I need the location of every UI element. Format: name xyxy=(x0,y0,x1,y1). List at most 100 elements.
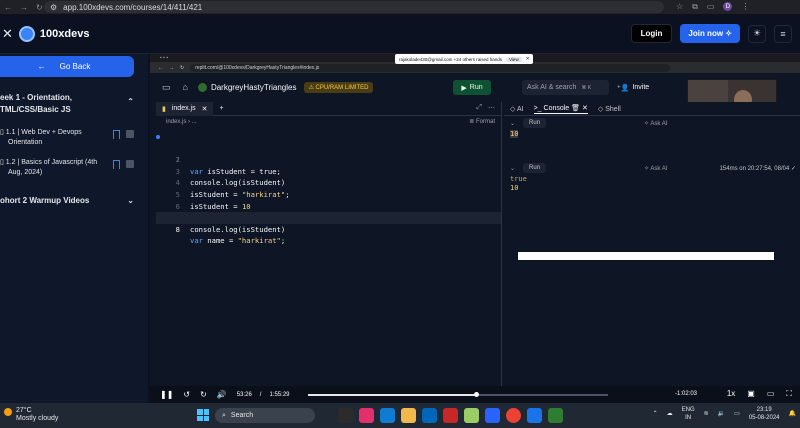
seek-bar[interactable] xyxy=(308,392,608,397)
volume-icon[interactable]: 🔊 xyxy=(217,390,227,399)
code-line: 4 isStudent = "harkirat"; xyxy=(156,166,501,199)
tab-console: >_ Console 🗑 ✕ xyxy=(533,104,588,114)
notes-icon[interactable] xyxy=(464,408,479,423)
video-player[interactable]: ▪ ▪ ▪ rajakolade430@gmail.com +24 others… xyxy=(150,54,800,403)
forward-icon[interactable]: ↻ xyxy=(200,390,207,399)
onedrive-icon[interactable]: ☁ xyxy=(667,410,673,418)
playback-speed[interactable]: 1x xyxy=(727,389,735,399)
output-line: 10 xyxy=(510,184,519,192)
shortcut-hint: ⌘ K xyxy=(581,84,592,91)
windows-start-icon[interactable] xyxy=(197,409,209,421)
wifi-icon[interactable]: ≋ xyxy=(704,410,709,418)
cohort-title: ohort 2 Warmup Videos xyxy=(0,196,90,205)
join-now-label: Join now xyxy=(688,29,724,38)
week-title-line1: eek 1 - Orientation, xyxy=(0,93,73,102)
week-1-section-header[interactable]: eek 1 - Orientation, TML/CSS/Basic JS ⌃ xyxy=(0,92,140,116)
hamburger-menu-button[interactable]: ≡ xyxy=(774,24,792,43)
reload-icon[interactable]: ↻ xyxy=(36,3,43,12)
browser-toolbar: ← → ↻ ⚙ app.100xdevs.com/courses/14/411/… xyxy=(0,0,800,14)
join-now-button[interactable]: Join now ✧ xyxy=(680,24,740,43)
repl-title: DarkgreyHastyTriangles xyxy=(197,82,296,92)
expand-icon: ⤢ xyxy=(476,104,482,111)
store-icon[interactable] xyxy=(422,408,437,423)
browser-actions: ☆ ⧉ ▭ D ⋮ xyxy=(676,2,749,12)
chevron-up-icon[interactable]: ⌃ xyxy=(653,410,658,418)
excel-icon[interactable] xyxy=(548,408,563,423)
pause-icon[interactable]: ❚❚ xyxy=(160,390,173,399)
clock[interactable]: 23:19 05-08-2024 xyxy=(749,406,780,422)
console-output-1: 10 xyxy=(504,130,800,139)
back-arrow-icon: ← xyxy=(158,64,163,71)
instagram-icon[interactable] xyxy=(359,408,374,423)
forward-arrow-icon[interactable]: → xyxy=(20,3,28,12)
battery-icon[interactable]: ▭ xyxy=(734,410,740,418)
video-right-controls: 1x ▣ ▭ ⛶ xyxy=(727,389,792,399)
theater-icon[interactable]: ▭ xyxy=(767,389,775,399)
lesson-title-line2: Aug, 2024) xyxy=(8,169,43,176)
profile-avatar[interactable]: D xyxy=(723,2,733,11)
completion-checkbox[interactable] xyxy=(126,160,134,168)
bookmark-icon[interactable] xyxy=(113,160,120,169)
dots-app-icon[interactable] xyxy=(485,408,500,423)
lesson-item[interactable]: ▯ 1.2 | Basics of Javascript (4th Aug, 2… xyxy=(0,158,140,178)
lesson-item[interactable]: ▯ 1.1 | Web Dev + Devops Orientation xyxy=(0,128,140,148)
chrome-icon[interactable] xyxy=(506,408,521,423)
trash-icon: 🗑 xyxy=(571,104,581,112)
rewind-icon[interactable]: ↺ xyxy=(183,390,190,399)
invite-label: Invite xyxy=(632,84,650,91)
clock-date: 05-08-2024 xyxy=(748,415,780,421)
bookmark-icon[interactable] xyxy=(113,130,120,139)
ask-ai-chip-label: Ask AI xyxy=(650,121,668,127)
site-info-icon[interactable]: ⚙ xyxy=(50,3,57,12)
tab-index-js: ▮ index.js ✕ xyxy=(156,101,214,116)
speaker-icon[interactable]: 🔉 xyxy=(718,410,725,418)
back-arrow-icon[interactable]: ← xyxy=(4,3,12,12)
file-tab-label: index.js xyxy=(171,105,196,112)
close-icon[interactable]: ✕ xyxy=(2,26,13,42)
ask-ai-search: Ask AI & search ⌘ K xyxy=(522,80,609,95)
address-bar[interactable]: ⚙ app.100xdevs.com/courses/14/411/421 xyxy=(44,1,664,13)
lang-bottom: IN xyxy=(685,415,692,421)
edge-icon[interactable] xyxy=(380,408,395,423)
breakpoint-dot xyxy=(156,135,160,139)
home-icon: ⌂ xyxy=(182,82,188,92)
fullscreen-icon[interactable]: ⛶ xyxy=(786,389,792,399)
weather-widget[interactable]: 27°C Mostly cloudy xyxy=(4,407,58,423)
vscode-icon[interactable] xyxy=(527,408,542,423)
bookmark-star-icon[interactable]: ☆ xyxy=(676,2,683,12)
go-back-button[interactable]: ← Go Back xyxy=(0,56,134,77)
search-icon: ⌕ xyxy=(222,411,226,419)
notification-bell-icon[interactable]: 🔔 xyxy=(789,410,796,418)
format-button: ≣ Format xyxy=(469,119,495,125)
completion-checkbox[interactable] xyxy=(126,130,134,138)
cohort-section-header[interactable]: ohort 2 Warmup Videos ⌄ xyxy=(0,196,140,205)
seek-handle[interactable] xyxy=(473,392,479,397)
screen: ← → ↻ ⚙ app.100xdevs.com/courses/14/411/… xyxy=(0,0,800,428)
time-separator: / xyxy=(259,391,262,398)
ask-ai-chip-label: Ask AI xyxy=(650,166,668,172)
recorded-tab: ▪ ▪ ▪ xyxy=(160,55,169,61)
console-ask-ai: ✧ Ask AI xyxy=(644,121,668,127)
week-title-line2: TML/CSS/Basic JS xyxy=(0,105,71,114)
code-line: 1 xyxy=(156,131,501,164)
mcafee-icon[interactable] xyxy=(443,408,458,423)
chevron-up-icon: ⌃ xyxy=(127,97,134,106)
more-icon: ⋯ xyxy=(488,105,495,112)
taskbar-search[interactable]: ⌕ Search xyxy=(215,408,315,423)
login-button[interactable]: Login xyxy=(630,24,673,43)
language-indicator[interactable]: ENG IN xyxy=(682,406,695,422)
current-time: 53:26 xyxy=(236,391,252,398)
code-line-active: 8 var name = "harkirat"; xyxy=(156,212,501,245)
recorded-url: replit.com/@100xdevs/DarkgreyHastyTriang… xyxy=(195,64,320,71)
task-view-icon[interactable] xyxy=(338,408,353,423)
file-explorer-icon[interactable] xyxy=(401,408,416,423)
theme-toggle-button[interactable]: ☀ xyxy=(748,24,766,43)
extensions-icon[interactable]: ⧉ xyxy=(692,2,698,12)
pip-icon[interactable]: ▣ xyxy=(747,389,755,399)
code-line: 3 console.log(isStudent) xyxy=(156,154,501,188)
sidepanel-icon[interactable]: ▭ xyxy=(707,2,715,12)
brand-name[interactable]: 100xdevs xyxy=(40,28,90,40)
browser-menu-icon[interactable]: ⋮ xyxy=(741,2,749,12)
code-line: 7 console.log(isStudent) xyxy=(156,201,501,234)
chevron-down-icon: ⌄ xyxy=(127,196,134,205)
